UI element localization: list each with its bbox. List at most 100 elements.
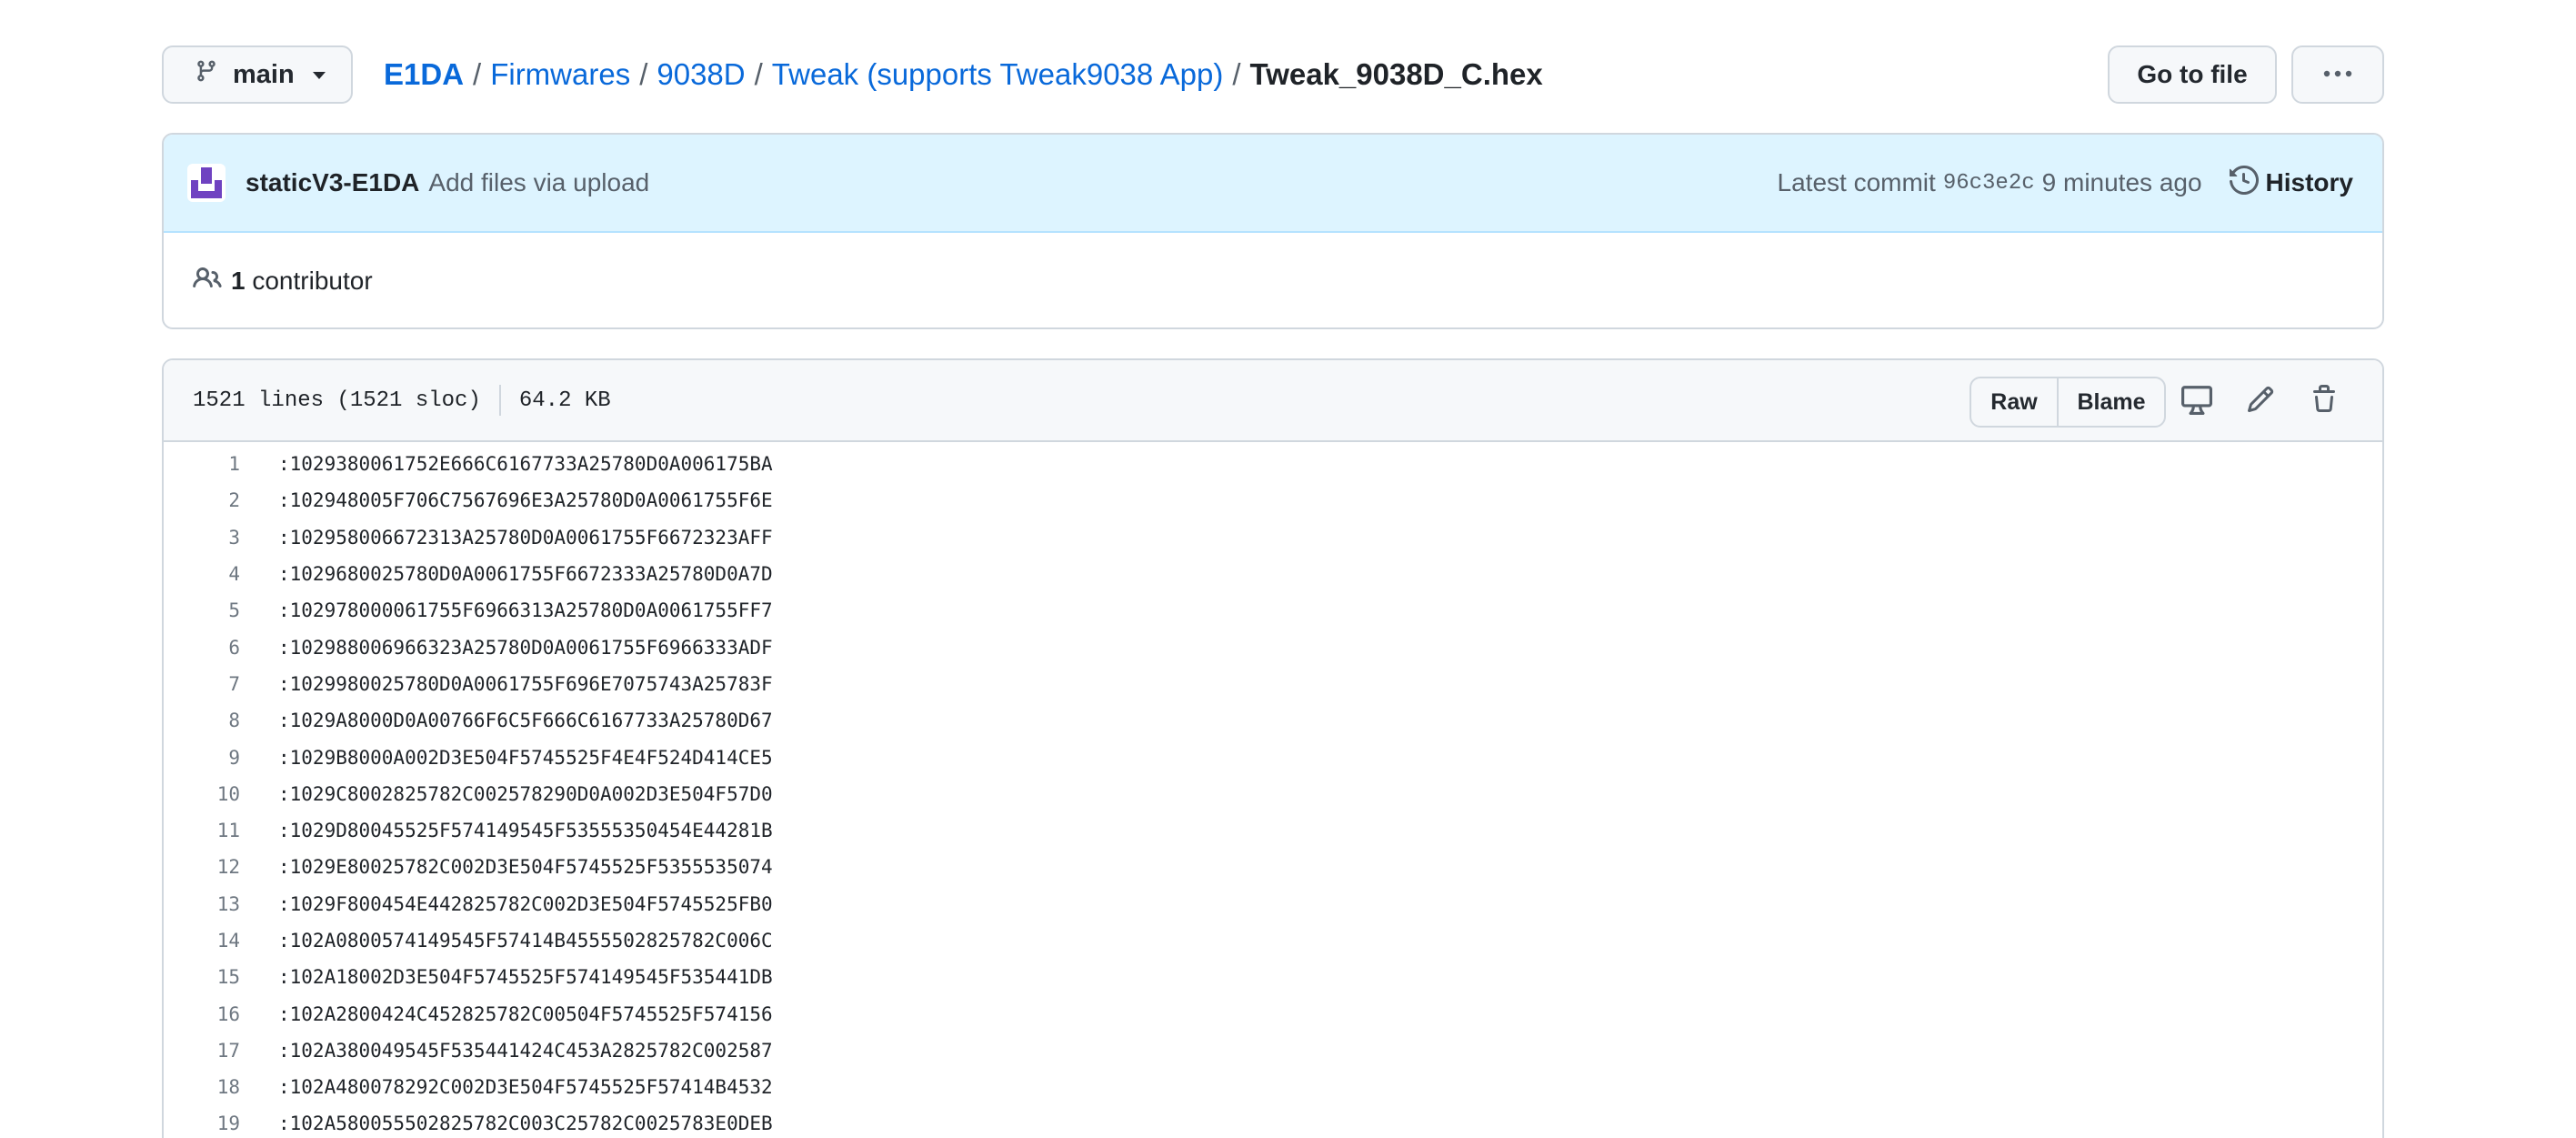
line-number[interactable]: 16 xyxy=(164,1003,240,1025)
line-content: :1029680025780D0A0061755F6672333A25780D0… xyxy=(278,563,773,586)
code-line: 16 :102A2800424C452825782C00504F5745525F5… xyxy=(164,995,2382,1032)
raw-blame-group: Raw Blame xyxy=(1970,377,2166,428)
line-content: :102978000061755F6966313A25780D0A0061755… xyxy=(278,599,773,622)
code-line: 12 :1029E80025782C002D3E504F5745525F53555… xyxy=(164,849,2382,885)
commit-message-link[interactable]: Add files via upload xyxy=(428,168,649,197)
line-content: :1029380061752E666C6167733A25780D0A00617… xyxy=(278,453,773,476)
commit-info-box: staticV3-E1DA Add files via upload Lates… xyxy=(162,133,2384,329)
people-icon xyxy=(193,264,222,299)
go-to-file-button[interactable]: Go to file xyxy=(2108,45,2277,104)
file-size: 64.2 KB xyxy=(518,388,611,413)
breadcrumb-separator: / xyxy=(754,57,763,91)
latest-commit-label: Latest commit xyxy=(1777,168,1936,196)
file-viewer: 1521 lines (1521 sloc) 64.2 KB Raw Blame… xyxy=(162,358,2384,1138)
line-content: :102948005F706C7567696E3A25780D0A0061755… xyxy=(278,489,773,512)
line-content: :102A480078292C002D3E504F5745525F57414B4… xyxy=(278,1076,773,1099)
code-line: 17 :102A380049545F535441424C453A2825782C0… xyxy=(164,1032,2382,1069)
raw-button[interactable]: Raw xyxy=(1971,378,2059,426)
commit-sha-link[interactable]: 96c3e2c xyxy=(1943,171,2035,196)
code-line: 11 :1029D80045525F574149545F53555350454E4… xyxy=(164,812,2382,849)
git-branch-icon xyxy=(195,57,218,92)
breadcrumb-link-9038d[interactable]: 9038D xyxy=(657,57,745,92)
breadcrumb-link-firmwares[interactable]: Firmwares xyxy=(490,57,630,92)
line-number[interactable]: 18 xyxy=(164,1076,240,1098)
trash-icon[interactable] xyxy=(2308,383,2340,416)
code-view: 1 :1029380061752E666C6167733A25780D0A0061… xyxy=(164,442,2382,1138)
line-content: :1029980025780D0A0061755F696E7075743A257… xyxy=(278,672,773,695)
breadcrumb-separator: / xyxy=(639,57,648,91)
breadcrumb-separator: / xyxy=(1232,57,1241,91)
line-number[interactable]: 17 xyxy=(164,1040,240,1062)
commit-time: 9 minutes ago xyxy=(2041,168,2202,196)
code-line: 19 :102A580055502825782C003C25782C0025783… xyxy=(164,1105,2382,1138)
pencil-icon[interactable] xyxy=(2244,383,2277,416)
code-line: 14 :102A0800574149545F57414B4555502825782… xyxy=(164,922,2382,959)
file-navigation: main E1DA / Firmwares / 9038D / Tweak (s… xyxy=(162,45,2384,104)
line-number[interactable]: 1 xyxy=(164,453,240,475)
avatar[interactable] xyxy=(187,164,226,202)
line-number[interactable]: 14 xyxy=(164,930,240,952)
line-content: :102A18002D3E504F5745525F574149545F53544… xyxy=(278,966,773,989)
caret-down-icon xyxy=(312,72,326,79)
desktop-icon[interactable] xyxy=(2180,383,2213,416)
code-line: 10 :1029C8002825782C002578290D0A002D3E504… xyxy=(164,776,2382,812)
line-content: :102A0800574149545F57414B4555502825782C0… xyxy=(278,930,773,952)
line-number[interactable]: 8 xyxy=(164,710,240,731)
line-content: :1029C8002825782C002578290D0A002D3E504F5… xyxy=(278,782,773,805)
line-number[interactable]: 15 xyxy=(164,966,240,988)
line-content: :102988006966323A25780D0A0061755F6966333… xyxy=(278,636,773,659)
line-content: :1029B8000A002D3E504F5745525F4E4F524D414… xyxy=(278,746,773,769)
header-divider xyxy=(498,385,501,416)
commit-meta: Latest commit 96c3e2c 9 minutes ago Hist… xyxy=(1777,165,2353,201)
code-line: 8 :1029A8000D0A00766F6C5F666C6167733A2578… xyxy=(164,702,2382,739)
line-number[interactable]: 2 xyxy=(164,489,240,511)
branch-selector-button[interactable]: main xyxy=(162,45,353,104)
history-icon xyxy=(2229,165,2259,201)
line-content: :1029F800454E442825782C002D3E504F5745525… xyxy=(278,892,773,915)
kebab-horizontal-icon xyxy=(2322,66,2353,83)
code-line: 5 :102978000061755F6966313A25780D0A006175… xyxy=(164,592,2382,629)
line-content: :102A580055502825782C003C25782C0025783E0… xyxy=(278,1113,773,1135)
line-content: :1029D80045525F574149545F53555350454E442… xyxy=(278,820,773,842)
code-line: 1 :1029380061752E666C6167733A25780D0A0061… xyxy=(164,446,2382,482)
contributors-row[interactable]: 1 contributor xyxy=(164,233,2382,327)
branch-label: main xyxy=(233,59,295,89)
code-line: 2 :102948005F706C7567696E3A25780D0A006175… xyxy=(164,482,2382,519)
line-number[interactable]: 5 xyxy=(164,599,240,621)
line-content: :102A2800424C452825782C00504F5745525F574… xyxy=(278,1002,773,1025)
code-line: 6 :102988006966323A25780D0A0061755F696633… xyxy=(164,629,2382,665)
contributor-label: contributor xyxy=(252,267,373,295)
breadcrumb-link-tweak[interactable]: Tweak (supports Tweak9038 App) xyxy=(772,57,1224,92)
line-number[interactable]: 9 xyxy=(164,747,240,769)
line-content: :102A380049545F535441424C453A2825782C002… xyxy=(278,1039,773,1062)
code-line: 9 :1029B8000A002D3E504F5745525F4E4F524D41… xyxy=(164,739,2382,775)
breadcrumb-repo-link[interactable]: E1DA xyxy=(384,57,464,92)
history-label: History xyxy=(2265,168,2353,196)
line-number[interactable]: 19 xyxy=(164,1113,240,1134)
line-content: :102958006672313A25780D0A0061755F6672323… xyxy=(278,526,773,549)
line-number[interactable]: 7 xyxy=(164,673,240,695)
line-number[interactable]: 13 xyxy=(164,893,240,915)
line-number[interactable]: 12 xyxy=(164,856,240,878)
code-line: 3 :102958006672313A25780D0A0061755F667232… xyxy=(164,519,2382,556)
line-number[interactable]: 6 xyxy=(164,637,240,659)
history-link[interactable]: History xyxy=(2229,165,2353,201)
file-lines-info: 1521 lines (1521 sloc) xyxy=(193,388,481,413)
code-line: 4 :1029680025780D0A0061755F6672333A25780D… xyxy=(164,556,2382,592)
line-number[interactable]: 10 xyxy=(164,783,240,805)
blame-button[interactable]: Blame xyxy=(2059,378,2164,426)
code-line: 7 :1029980025780D0A0061755F696E7075743A25… xyxy=(164,666,2382,702)
code-line: 13 :1029F800454E442825782C002D3E504F57455… xyxy=(164,886,2382,922)
commit-author-link[interactable]: staticV3-E1DA xyxy=(246,168,419,197)
line-content: :1029A8000D0A00766F6C5F666C6167733A25780… xyxy=(278,710,773,732)
code-line: 18 :102A480078292C002D3E504F5745525F57414… xyxy=(164,1069,2382,1105)
file-header: 1521 lines (1521 sloc) 64.2 KB Raw Blame xyxy=(164,360,2382,442)
breadcrumb-current-file: Tweak_9038D_C.hex xyxy=(1249,57,1543,91)
more-options-button[interactable] xyxy=(2291,45,2384,104)
line-number[interactable]: 11 xyxy=(164,820,240,841)
breadcrumb-separator: / xyxy=(473,57,482,91)
line-number[interactable]: 3 xyxy=(164,527,240,549)
line-content: :1029E80025782C002D3E504F5745525F5355535… xyxy=(278,856,773,879)
line-number[interactable]: 4 xyxy=(164,563,240,585)
breadcrumb: E1DA / Firmwares / 9038D / Tweak (suppor… xyxy=(384,45,1543,104)
